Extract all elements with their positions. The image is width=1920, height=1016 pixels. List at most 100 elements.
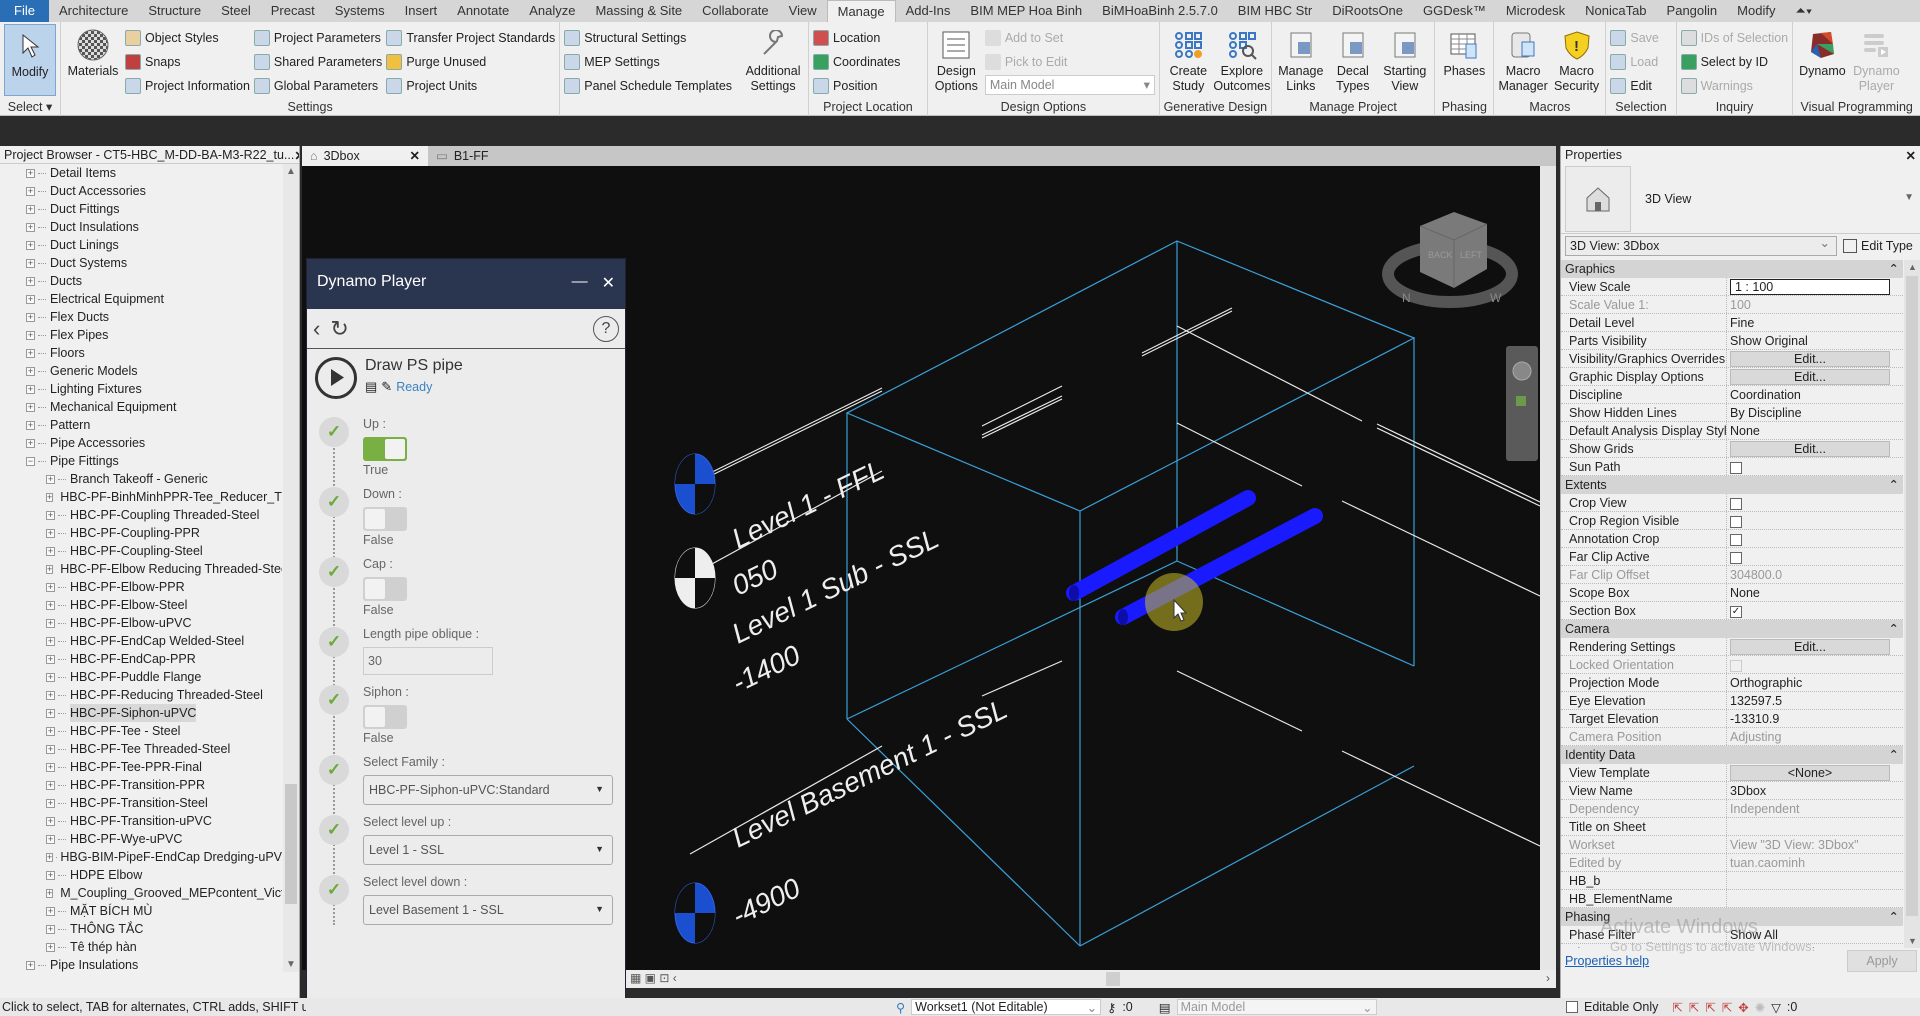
expand-icon[interactable]: + (46, 510, 55, 520)
group-graphics[interactable]: Graphics ⌃ (1561, 260, 1903, 278)
checkbox[interactable] (1730, 497, 1742, 510)
save-button[interactable]: Save (1610, 27, 1659, 48)
tab-analyze[interactable]: Analyze (519, 0, 585, 22)
group-camera[interactable]: Camera ⌃ (1561, 620, 1903, 638)
tab-microdesk[interactable]: Microdesk (1496, 0, 1575, 22)
tab-bim-mep-hoa-binh[interactable]: BIM MEP Hoa Binh (960, 0, 1092, 22)
filter-icon[interactable]: ▽ (1771, 1000, 1781, 1015)
expand-icon[interactable]: + (46, 654, 55, 664)
tab-nonicatab[interactable]: NonicaTab (1575, 0, 1656, 22)
editable-only-checkbox[interactable] (1566, 1001, 1578, 1013)
apply-button[interactable]: Apply (1847, 950, 1917, 972)
expand-icon[interactable]: + (46, 690, 55, 700)
tree-node[interactable]: + Flex Ducts (0, 308, 282, 326)
expand-icon[interactable]: + (26, 294, 35, 304)
expand-icon[interactable]: + (46, 546, 55, 556)
tab-bimhoabinh-2-5-7-0[interactable]: BiMHoaBinh 2.5.7.0 (1092, 0, 1228, 22)
collapse-icon[interactable]: − (26, 456, 35, 466)
global-parameters-button[interactable]: Global Parameters (253, 75, 382, 96)
expand-icon[interactable]: + (26, 420, 35, 430)
expand-icon[interactable]: + (46, 942, 55, 952)
tab-precast[interactable]: Precast (261, 0, 325, 22)
transfer-project-standards-button[interactable]: Transfer Project Standards (386, 27, 555, 48)
group-extents[interactable]: Extents ⌃ (1561, 476, 1903, 494)
help-icon[interactable]: ? (593, 315, 619, 342)
tab-modify[interactable]: Modify (1727, 0, 1785, 22)
checkbox[interactable] (1730, 515, 1742, 528)
tree-node[interactable]: + Floors (0, 344, 282, 362)
tree-node[interactable]: + HBC-PF-Puddle Flange (0, 668, 282, 686)
level-head-level-1-sub-ssl[interactable] (674, 547, 716, 609)
tab-architecture[interactable]: Architecture (49, 0, 138, 22)
vertical-scrollbar[interactable]: ▲ ▼ (283, 164, 299, 972)
tree-node-expanded[interactable]: − Pipe Fittings (0, 452, 282, 470)
tab-ggdesk[interactable]: GGDesk™ (1413, 0, 1496, 22)
instance-filter-dropdown[interactable]: 3D View: 3Dbox (1565, 235, 1837, 256)
tree-node[interactable]: + HBC-PF-Elbow-PPR (0, 578, 282, 596)
location-button[interactable]: Location (813, 27, 900, 48)
expand-icon[interactable]: + (46, 618, 55, 628)
close-icon[interactable]: ✕ (1906, 148, 1916, 163)
design-options-status-icon[interactable]: ▤ (1159, 1000, 1171, 1015)
design-option-status-select[interactable]: Main Model ⌄ (1176, 999, 1377, 1015)
tree-node[interactable]: + HBC-PF-Coupling-PPR (0, 524, 282, 542)
expand-icon[interactable]: + (46, 582, 55, 592)
expand-icon[interactable]: + (46, 564, 54, 574)
drag-on-selection-icon[interactable]: ✥ (1738, 1000, 1748, 1015)
horizontal-scroll-thumb[interactable] (1106, 972, 1120, 986)
tree-node[interactable]: + HBC-PF-Siphon-uPVC (0, 704, 282, 722)
coordinates-button[interactable]: Coordinates (813, 51, 900, 72)
expand-icon[interactable]: + (26, 258, 35, 268)
quick-access-toggle[interactable]: ⏶▾ (1785, 0, 1822, 22)
edit-pencil-icon[interactable]: ✎ (381, 379, 392, 395)
tab-structure[interactable]: Structure (138, 0, 211, 22)
select-underlay-icon[interactable]: ⇱ (1689, 1000, 1699, 1015)
tree-node[interactable]: + M_Coupling_Grooved_MEPcontent_Victa (0, 884, 282, 902)
tree-node[interactable]: + HBC-PF-EndCap-PPR (0, 650, 282, 668)
expand-icon[interactable]: + (26, 366, 35, 376)
dropdown-select[interactable]: Level Basement 1 - SSL (363, 895, 613, 925)
tab-massing-site[interactable]: Massing & Site (585, 0, 692, 22)
design-option-select[interactable]: Main Model (984, 75, 1155, 95)
expand-icon[interactable]: + (26, 960, 35, 970)
view-tab-b1-ff[interactable]: ▭ B1-FF (428, 146, 497, 166)
select-pinned-icon[interactable]: ⇱ (1705, 1000, 1715, 1015)
tree-node[interactable]: + Duct Systems (0, 254, 282, 272)
tree-node[interactable]: + Duct Accessories (0, 182, 282, 200)
expand-icon[interactable]: + (46, 870, 55, 880)
load-button[interactable]: Load (1610, 51, 1659, 72)
collapse-group-icon[interactable]: ⌃ (1889, 620, 1899, 638)
group-phasing[interactable]: Phasing ⌃ (1561, 908, 1903, 926)
tab-insert[interactable]: Insert (395, 0, 448, 22)
modify-button[interactable]: Modify (4, 24, 56, 96)
purge-unused-button[interactable]: Purge Unused (386, 51, 555, 72)
snaps-button[interactable]: Snaps (125, 51, 250, 72)
project-units-button[interactable]: Project Units (386, 75, 555, 96)
checkbox[interactable] (1730, 551, 1742, 564)
expand-icon[interactable]: + (26, 204, 35, 214)
tree-node[interactable]: + Branch Takeoff - Generic (0, 470, 282, 488)
tab-steel[interactable]: Steel (211, 0, 261, 22)
chevron-down-icon[interactable]: ▼ (1904, 192, 1914, 203)
expand-icon[interactable]: + (26, 312, 35, 322)
tree-node[interactable]: + Duct Insulations (0, 218, 282, 236)
toggle-switch[interactable] (363, 507, 407, 531)
expand-icon[interactable]: + (26, 384, 35, 394)
expand-icon[interactable]: + (26, 240, 35, 250)
tree-node[interactable]: + HBC-PF-Tee Threaded-Steel (0, 740, 282, 758)
tree-node[interactable]: + HBC-PF-Reducing Threaded-Steel (0, 686, 282, 704)
select-by-face-icon[interactable]: ⇱ (1722, 1000, 1732, 1015)
expand-icon[interactable]: + (46, 888, 54, 898)
tree-node[interactable]: + Detail Items (0, 164, 282, 182)
scroll-right-arrow[interactable]: › (1546, 971, 1550, 985)
expand-icon[interactable]: + (46, 726, 55, 736)
expand-icon[interactable]: + (46, 672, 55, 682)
tree-node[interactable]: + HBC-PF-Coupling Threaded-Steel (0, 506, 282, 524)
expand-icon[interactable]: + (46, 492, 54, 502)
project-information-button[interactable]: Project Information (125, 75, 250, 96)
tree-node[interactable]: + Generic Models (0, 362, 282, 380)
expand-icon[interactable]: + (46, 780, 55, 790)
tab-manage[interactable]: Manage (826, 0, 896, 22)
edit-button[interactable]: Edit (1610, 75, 1659, 96)
type-selector[interactable]: 3D View ▼ (1561, 164, 1920, 234)
